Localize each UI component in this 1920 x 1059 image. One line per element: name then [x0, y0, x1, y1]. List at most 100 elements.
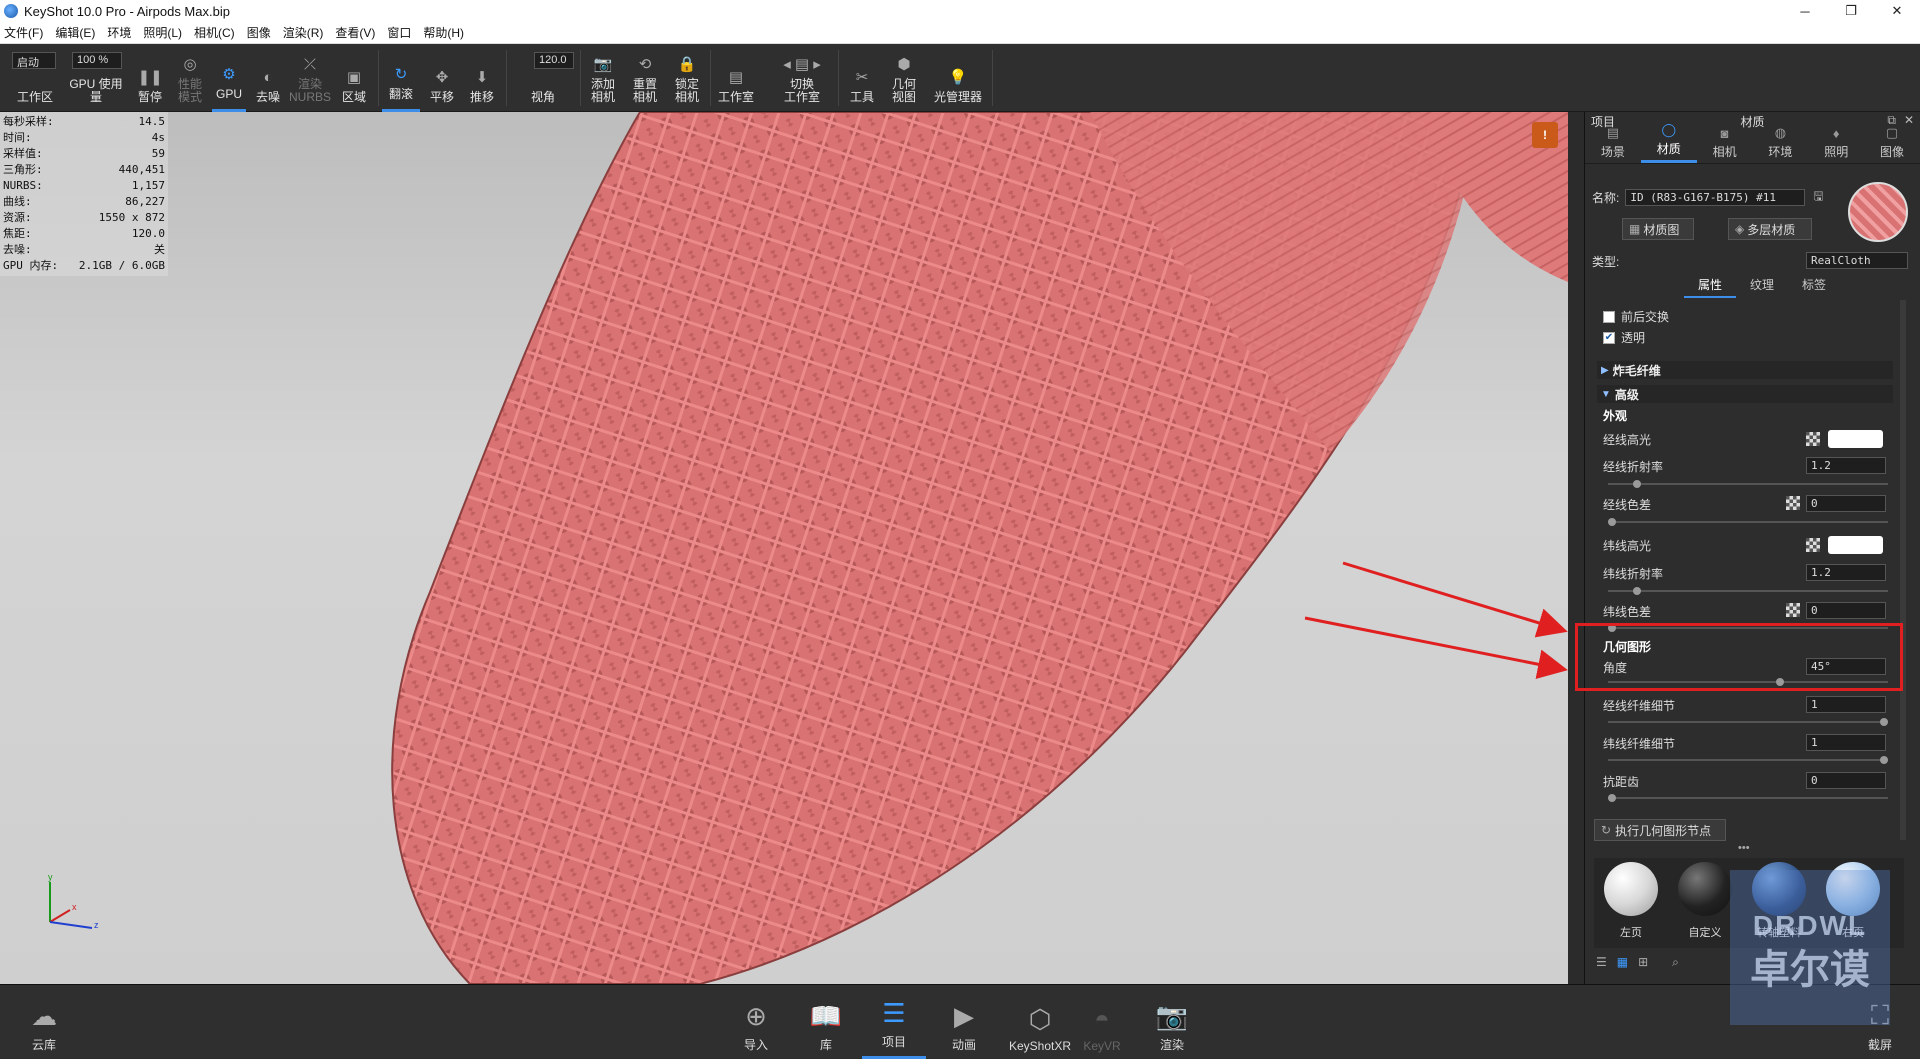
- slider-knob[interactable]: [1608, 518, 1616, 526]
- transparent-checkbox[interactable]: ✔: [1603, 331, 1615, 344]
- cloud-library-button[interactable]: ☁ 云库: [12, 985, 76, 1059]
- keyshotxr-button[interactable]: ⬡ KeyShotXR: [1000, 985, 1080, 1059]
- slider-knob[interactable]: [1633, 480, 1641, 488]
- studio-button[interactable]: ▤ 工作室: [714, 44, 758, 112]
- menu-help[interactable]: 帮助(H): [423, 24, 464, 41]
- antialias-input[interactable]: 0: [1806, 772, 1886, 789]
- zoom-small-icon[interactable]: ⌕: [1672, 955, 1679, 970]
- weft-spec-color[interactable]: [1828, 536, 1883, 554]
- maximize-button[interactable]: ❐: [1828, 0, 1874, 22]
- material-name-input[interactable]: ID (R83-G167-B175) #11: [1625, 189, 1806, 206]
- menu-image[interactable]: 图像: [247, 24, 271, 41]
- material-type-select[interactable]: RealCloth: [1806, 252, 1908, 269]
- tab-material[interactable]: ◯ 材质: [1640, 122, 1697, 163]
- warp-ior-input[interactable]: 1.2: [1806, 457, 1886, 474]
- run-geometry-node-button[interactable]: ↻ 执行几何图形节点: [1594, 819, 1726, 841]
- tab-environment[interactable]: ◍ 环境: [1752, 125, 1808, 163]
- thumb-custom[interactable]: [1678, 862, 1732, 916]
- import-button[interactable]: ⊕ 导入: [724, 985, 788, 1059]
- antialias-slider[interactable]: [1608, 794, 1888, 802]
- render-viewport[interactable]: 每秒采样: 14.5 时间: 4s 采样值: 59 三角形: 440,451 NURBS…: [0, 112, 1568, 984]
- gpu-usage-button[interactable]: GPU 使用量: [64, 44, 128, 112]
- warp-spec-color[interactable]: [1828, 430, 1883, 448]
- weft-ior-input[interactable]: 1.2: [1806, 564, 1886, 581]
- animation-button[interactable]: ▶ 动画: [932, 985, 996, 1059]
- save-material-icon[interactable]: 🖫: [1813, 187, 1823, 208]
- warp-ior-slider[interactable]: [1608, 480, 1888, 488]
- texture-map-icon[interactable]: [1806, 432, 1820, 446]
- list-view-icon[interactable]: ☰: [1596, 955, 1607, 970]
- menu-environment[interactable]: 环境: [107, 24, 131, 41]
- slider-knob[interactable]: [1608, 794, 1616, 802]
- viewport-splitter[interactable]: [1568, 112, 1584, 984]
- warp-dispersion-input[interactable]: 0: [1806, 495, 1886, 512]
- minimize-button[interactable]: ─: [1782, 0, 1828, 22]
- weft-dispersion-input[interactable]: 0: [1806, 602, 1886, 619]
- slider-knob[interactable]: [1880, 718, 1888, 726]
- tumble-button[interactable]: ↻ 翻滚: [382, 44, 420, 112]
- tab-labels[interactable]: 标签: [1788, 276, 1840, 298]
- tools-button[interactable]: ✂ 工具: [844, 44, 880, 112]
- tab-camera[interactable]: ◙ 相机: [1697, 126, 1753, 163]
- thumb-left-page[interactable]: [1604, 862, 1658, 916]
- pause-button[interactable]: ❚❚ 暂停: [132, 44, 168, 112]
- library-button[interactable]: 📖 库: [794, 985, 858, 1059]
- warp-dispersion-slider[interactable]: [1608, 518, 1888, 526]
- lock-camera-button[interactable]: 🔒 锁定 相机: [668, 44, 706, 112]
- warp-detail-slider[interactable]: [1608, 718, 1888, 726]
- weft-detail-input[interactable]: 1: [1806, 734, 1886, 751]
- fuzz-section-header[interactable]: ▶ 炸毛纤维: [1597, 361, 1893, 379]
- gpu-button[interactable]: ⚙ GPU: [212, 44, 246, 112]
- menu-window[interactable]: 窗口: [387, 24, 411, 41]
- slider-knob[interactable]: [1633, 587, 1641, 595]
- undock-icon[interactable]: ⧉: [1887, 113, 1896, 128]
- perf-mode-button[interactable]: ◎ 性能 模式: [172, 44, 208, 112]
- switch-studio-button[interactable]: ◂ ▤ ▸ 切换 工作室: [770, 44, 834, 112]
- add-camera-button[interactable]: 📷 添加 相机: [584, 44, 622, 112]
- tab-scene[interactable]: ▤ 场景: [1585, 125, 1641, 163]
- more-dots[interactable]: •••: [1738, 842, 1750, 854]
- material-graph-button[interactable]: ▦ 材质图: [1622, 218, 1694, 240]
- panel-close-icon[interactable]: ✕: [1904, 113, 1914, 128]
- menu-camera[interactable]: 相机(C): [194, 24, 235, 41]
- texture-map-icon[interactable]: [1806, 538, 1820, 552]
- render-nurbs-button[interactable]: ⤫ 渲染 NURBS: [289, 44, 331, 112]
- menu-lighting[interactable]: 照明(L): [143, 24, 182, 41]
- pan-button[interactable]: ✥ 平移: [424, 44, 460, 112]
- warp-detail-input[interactable]: 1: [1806, 696, 1886, 713]
- tree-view-icon[interactable]: ⊞: [1638, 955, 1648, 970]
- menu-view[interactable]: 查看(V): [335, 24, 375, 41]
- properties-scrollbar[interactable]: [1900, 300, 1906, 840]
- reset-camera-button[interactable]: ⟲ 重置 相机: [626, 44, 664, 112]
- multi-material-button[interactable]: ◈ 多层材质: [1728, 218, 1812, 240]
- menu-edit[interactable]: 编辑(E): [55, 24, 95, 41]
- menu-file[interactable]: 文件(F): [4, 24, 43, 41]
- light-manager-button[interactable]: 💡 光管理器: [928, 44, 988, 112]
- menu-render[interactable]: 渲染(R): [283, 24, 324, 41]
- view-angle-button[interactable]: 视角: [510, 44, 576, 112]
- watermark: DRDWL 卓尔谟: [1730, 870, 1890, 1025]
- geometry-view-button[interactable]: ⬢ 几何 视图: [884, 44, 924, 112]
- workspace-button[interactable]: 工作区: [10, 44, 60, 112]
- tab-image[interactable]: ▢ 图像: [1864, 125, 1920, 163]
- tab-properties[interactable]: 属性: [1684, 276, 1736, 298]
- dolly-button[interactable]: ⬇ 推移: [464, 44, 500, 112]
- texture-map-icon[interactable]: [1786, 603, 1800, 617]
- grid-view-icon[interactable]: ▦: [1617, 955, 1628, 970]
- swap-checkbox[interactable]: [1603, 310, 1615, 323]
- close-button[interactable]: ✕: [1874, 0, 1920, 22]
- weft-detail-slider[interactable]: [1608, 756, 1888, 764]
- warning-icon[interactable]: !: [1532, 122, 1558, 148]
- render-button[interactable]: 📷 渲染: [1140, 985, 1204, 1059]
- keyvr-button[interactable]: ◓ KeyVR: [1070, 985, 1134, 1059]
- region-button[interactable]: ▣ 区域: [336, 44, 372, 112]
- advanced-section-header[interactable]: ▼ 高级: [1597, 385, 1893, 403]
- slider-knob[interactable]: [1880, 756, 1888, 764]
- denoise-button[interactable]: ◐ 去噪: [250, 44, 286, 112]
- weft-ior-slider[interactable]: [1608, 587, 1888, 595]
- texture-map-icon[interactable]: [1786, 496, 1800, 510]
- tab-lighting[interactable]: ♦ 照明: [1808, 126, 1864, 163]
- material-preview-thumbnail[interactable]: [1848, 182, 1908, 242]
- tab-textures[interactable]: 纹理: [1736, 276, 1788, 298]
- project-button[interactable]: ☰ 项目: [862, 985, 926, 1059]
